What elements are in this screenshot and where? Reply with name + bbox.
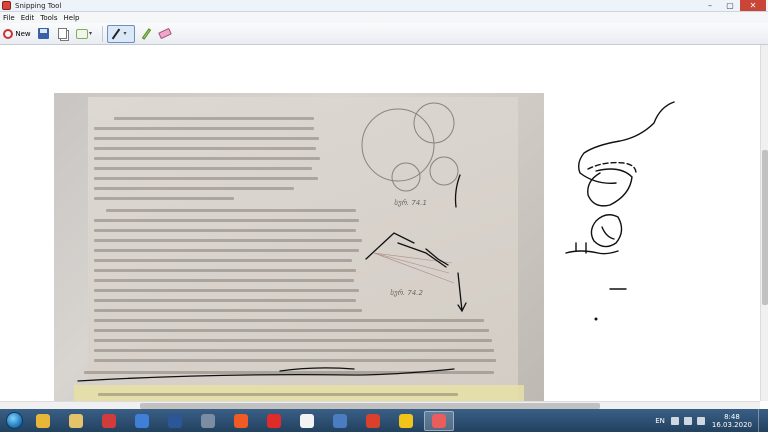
send-icon <box>75 28 88 39</box>
start-button[interactable] <box>0 409 28 432</box>
taskbar-chrome-button[interactable] <box>28 411 58 431</box>
vertical-scroll-thumb[interactable] <box>762 150 768 305</box>
chrome-icon <box>36 413 50 428</box>
highlighter-icon <box>141 27 151 40</box>
snipping-tool-icon <box>2 1 11 10</box>
chromium-icon <box>135 413 149 428</box>
copy-button[interactable] <box>54 25 70 43</box>
taskbar-windows-security-button[interactable] <box>391 411 421 431</box>
menu-help[interactable]: Help <box>64 14 80 22</box>
new-snip-icon <box>3 28 14 39</box>
clock-time: 8:48 <box>724 412 740 421</box>
flag-icon[interactable] <box>670 416 679 425</box>
taskbar-yandex-browser-button[interactable] <box>292 411 322 431</box>
sketch-base-line <box>565 250 619 255</box>
taskbar-ccleaner-button[interactable] <box>358 411 388 431</box>
minimize-button[interactable]: – <box>700 0 720 11</box>
taskbar-apps <box>28 410 457 431</box>
paint-icon <box>102 413 116 428</box>
window-controls: – ▢ ✕ <box>700 0 766 11</box>
vertical-scrollbar[interactable] <box>760 45 768 401</box>
send-snip-button[interactable]: ▾ <box>73 25 95 43</box>
taskbar-media-button[interactable] <box>325 411 355 431</box>
taskbar-word-button[interactable] <box>160 411 190 431</box>
freehand-sketch <box>565 101 675 321</box>
taskbar-brave-button[interactable] <box>226 411 256 431</box>
close-button[interactable]: ✕ <box>740 0 766 11</box>
horizontal-scrollbar[interactable] <box>0 401 760 409</box>
sketch-circle-middle <box>587 168 633 207</box>
sketch-circle-bottom <box>590 214 623 248</box>
taskbar-yandex-button[interactable] <box>259 411 289 431</box>
save-icon <box>37 28 49 39</box>
sketch-inner-stroke <box>601 226 615 240</box>
network-icon[interactable] <box>683 416 692 425</box>
clock-date: 16.03.2020 <box>711 420 752 429</box>
windows-taskbar: EN 8:48 16.03.2020 <box>0 409 768 432</box>
menu-edit[interactable]: Edit <box>21 14 35 22</box>
toolbar-separator <box>102 25 103 42</box>
sketch-curve-top <box>577 101 675 184</box>
sketch-dot <box>594 317 598 321</box>
pen-dropdown-icon: ▾ <box>123 30 127 37</box>
menu-bar: File Edit Tools Help <box>0 12 768 23</box>
eraser-icon <box>158 27 172 40</box>
clock[interactable]: 8:48 16.03.2020 <box>712 413 752 429</box>
windows-logo-icon <box>5 412 23 429</box>
highlighter-button[interactable] <box>138 25 154 43</box>
taskbar-paint-button[interactable] <box>94 411 124 431</box>
language-indicator[interactable]: EN <box>655 417 665 425</box>
taskbar-snipping-tool-button[interactable] <box>424 410 454 431</box>
eraser-button[interactable] <box>157 25 173 43</box>
menu-tools[interactable]: Tools <box>40 14 57 22</box>
title-bar: Snipping Tool – ▢ ✕ <box>0 0 768 12</box>
yandex-icon <box>267 413 281 428</box>
system-tray: EN 8:48 16.03.2020 <box>655 409 764 432</box>
toolbar: New ▾ ▾ <box>0 23 768 45</box>
media-icon <box>333 413 347 428</box>
window-title: Snipping Tool <box>15 1 62 10</box>
show-desktop-button[interactable] <box>758 409 764 432</box>
volume-icon[interactable] <box>696 416 705 425</box>
pen-icon <box>112 28 121 39</box>
snipping-tool-icon <box>432 413 446 428</box>
brave-icon <box>234 413 248 428</box>
ccleaner-icon <box>366 413 380 428</box>
snip-canvas[interactable]: სურ. 74.1 სურ. 74.2 <box>0 45 760 427</box>
copy-icon <box>57 28 67 39</box>
taskbar-chromium-button[interactable] <box>127 411 157 431</box>
send-dropdown-icon: ▾ <box>88 30 92 37</box>
sketch-dashed-arc <box>587 161 637 174</box>
windows-security-icon <box>399 413 413 428</box>
yandex-browser-icon <box>300 413 314 428</box>
taskbar-file-explorer-button[interactable] <box>61 411 91 431</box>
taskbar-settings-button[interactable] <box>193 411 223 431</box>
maximize-button[interactable]: ▢ <box>720 0 740 11</box>
save-button[interactable] <box>35 25 51 43</box>
file-explorer-icon <box>69 413 83 428</box>
new-snip-button[interactable]: New <box>2 25 32 43</box>
pen-button[interactable]: ▾ <box>107 24 135 43</box>
new-snip-label: New <box>15 29 31 38</box>
word-icon <box>168 413 182 428</box>
menu-file[interactable]: File <box>3 14 15 22</box>
settings-icon <box>201 413 215 428</box>
